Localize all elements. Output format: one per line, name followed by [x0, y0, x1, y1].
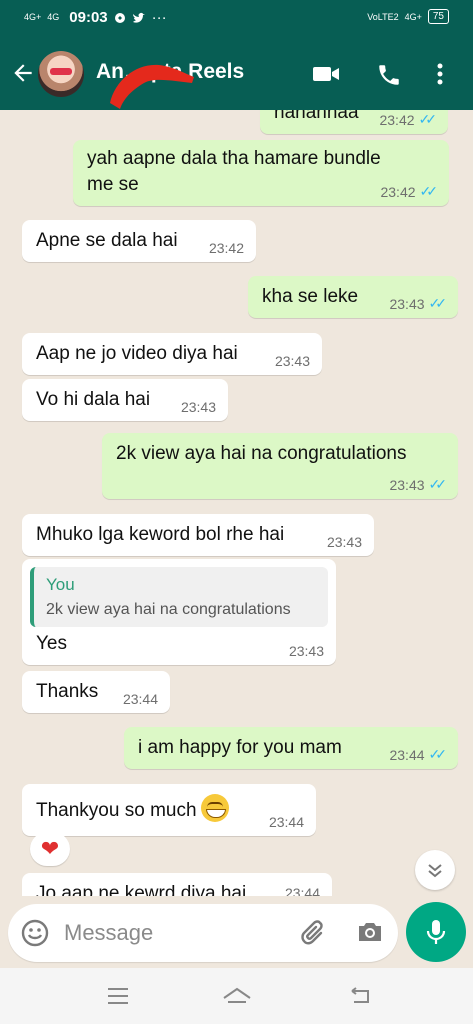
quoted-text: 2k view aya hai na congratulations	[46, 601, 291, 618]
message-text: 2k view aya hai na congratulations	[116, 443, 407, 464]
message-time: 23:44	[284, 885, 320, 896]
message-composer: Message	[8, 904, 398, 962]
read-ticks-icon: ✓✓	[418, 111, 438, 127]
camera-icon[interactable]	[356, 919, 384, 945]
grinning-face-emoji-icon	[200, 794, 229, 822]
chat-header: An… pta Reels	[0, 38, 473, 110]
arrow-left-icon[interactable]	[10, 60, 36, 86]
read-ticks-icon: ✓✓	[428, 746, 448, 762]
message-text: me se	[87, 174, 139, 195]
emoji-icon[interactable]	[21, 919, 49, 947]
message-time: 23:43	[389, 476, 425, 493]
message-incoming[interactable]: Mhuko lga keword bol rhe hai 23:43	[22, 514, 374, 556]
message-outgoing[interactable]: i am happy for you mam 23:44 ✓✓	[124, 727, 458, 769]
avatar[interactable]	[38, 51, 84, 97]
message-incoming[interactable]: Thankyou so much 23:44	[22, 784, 316, 836]
read-ticks-icon: ✓✓	[428, 476, 448, 492]
message-time: 23:42	[379, 111, 415, 128]
message-time: 23:43	[274, 353, 310, 369]
message-time: 23:42	[380, 183, 416, 200]
read-ticks-icon: ✓✓	[419, 183, 439, 199]
notification-icon	[114, 12, 125, 23]
microphone-icon	[426, 920, 446, 944]
more-notifications-dots: ···	[151, 9, 167, 26]
message-text: Vo hi dala hai	[36, 389, 151, 410]
message-time: 23:42	[208, 240, 244, 256]
message-incoming[interactable]: Vo hi dala hai 23:43	[22, 379, 228, 421]
message-text: Mhuko lga keword bol rhe hai	[36, 524, 285, 545]
message-text: Thankyou so much	[36, 800, 197, 821]
phone-icon[interactable]	[376, 62, 402, 88]
paperclip-icon[interactable]	[301, 918, 329, 948]
scroll-to-bottom-button[interactable]	[415, 850, 455, 890]
status-bar: 4G+ 4G 09:03 ··· VoLTE2 4G+ 75	[0, 0, 473, 36]
message-text: Yes	[36, 633, 67, 654]
more-vertical-icon[interactable]	[436, 62, 444, 86]
quoted-sender: You	[46, 575, 75, 594]
message-outgoing[interactable]: hahahhaa 23:42 ✓✓	[260, 110, 448, 134]
message-time: 23:43	[389, 295, 425, 312]
message-time: 23:44	[389, 746, 425, 763]
home-icon[interactable]	[222, 986, 252, 1006]
message-incoming[interactable]: Jo aap ne kewrd diya hai 23:44	[22, 873, 332, 896]
message-time: 23:43	[326, 534, 362, 550]
top-bar: 4G+ 4G 09:03 ··· VoLTE2 4G+ 75 An… pta R…	[0, 0, 473, 110]
clock: 09:03	[69, 9, 108, 26]
message-input[interactable]: Message	[64, 920, 153, 946]
message-time: 23:44	[268, 814, 304, 830]
signal-indicator-2: 4G	[47, 12, 60, 22]
message-text: Aap ne jo video diya hai	[36, 343, 238, 364]
message-time: 23:44	[122, 691, 158, 707]
microphone-button[interactable]	[406, 902, 466, 962]
signal-indicator-1: 4G+	[24, 12, 42, 22]
message-text: kha se leke	[262, 286, 359, 307]
message-text: Thanks	[36, 681, 99, 702]
heart-reaction-icon[interactable]: ❤	[30, 832, 70, 866]
message-text: Jo aap ne kewrd diya hai	[36, 883, 247, 896]
message-list[interactable]: hahahhaa 23:42 ✓✓ yah aapne dala tha hama…	[0, 110, 473, 896]
quoted-message[interactable]: You 2k view aya hai na congratulations	[30, 567, 328, 627]
message-incoming[interactable]: Apne se dala hai 23:42	[22, 220, 256, 262]
message-time: 23:43	[288, 643, 324, 659]
chevron-double-down-icon	[428, 864, 442, 878]
message-incoming-reply[interactable]: You 2k view aya hai na congratulations Y…	[22, 559, 336, 665]
message-outgoing[interactable]: kha se leke 23:43 ✓✓	[248, 276, 458, 318]
battery-indicator: 75	[427, 9, 449, 24]
menu-icon[interactable]	[106, 986, 130, 1006]
message-incoming[interactable]: Aap ne jo video diya hai 23:43	[22, 333, 322, 375]
system-nav-bar	[0, 968, 473, 1024]
read-ticks-icon: ✓✓	[428, 295, 448, 311]
message-incoming[interactable]: Thanks 23:44	[22, 671, 170, 713]
volte-indicator: VoLTE2	[367, 11, 399, 22]
message-time: 23:43	[180, 399, 216, 415]
message-text: i am happy for you mam	[138, 737, 342, 758]
message-text: yah aapne dala tha hamare bundle	[87, 148, 381, 169]
video-camera-icon[interactable]	[312, 62, 340, 86]
message-outgoing[interactable]: 2k view aya hai na congratulations 23:43…	[102, 433, 458, 499]
redaction-scribble	[110, 64, 194, 109]
back-icon[interactable]	[348, 986, 374, 1006]
message-outgoing[interactable]: yah aapne dala tha hamare bundle me se 23…	[73, 140, 449, 206]
twitter-icon	[132, 12, 145, 23]
message-text: Apne se dala hai	[36, 230, 178, 251]
network-indicator: 4G+	[404, 11, 422, 22]
